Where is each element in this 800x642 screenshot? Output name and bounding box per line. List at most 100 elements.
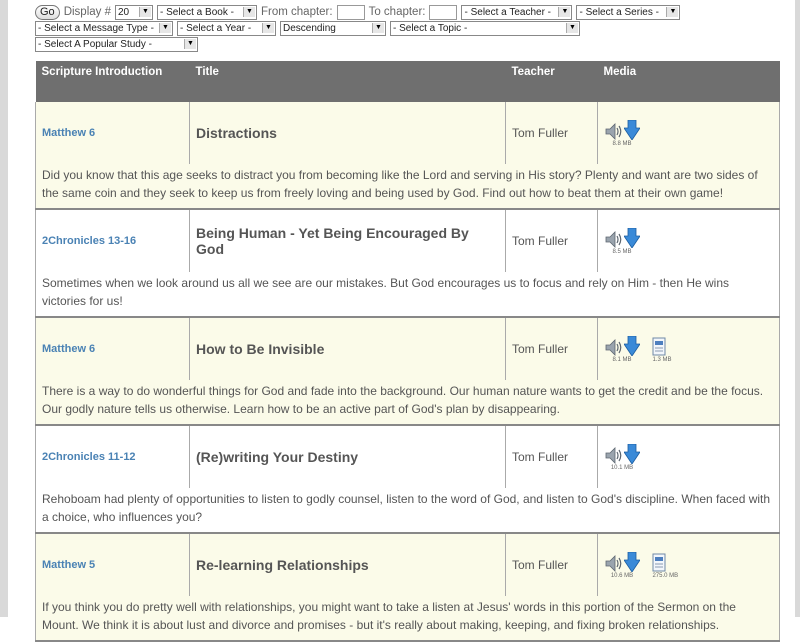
sermon-title[interactable]: How to Be Invisible xyxy=(196,341,324,357)
audio-size: 8.5 MB xyxy=(612,249,632,255)
right-window-edge xyxy=(795,0,800,617)
order-select[interactable]: Descending ▼ xyxy=(280,20,386,36)
sermon-table: Scripture Introduction Title Teacher Med… xyxy=(35,61,780,642)
series-select[interactable]: - Select a Series - ▼ xyxy=(576,4,681,20)
year-select-value: - Select a Year - xyxy=(180,22,252,34)
left-window-edge xyxy=(0,0,8,617)
scripture-ref-link[interactable]: 2Chronicles 13-16 xyxy=(42,235,136,247)
sermon-row: Matthew 6 How to Be Invisible Tom Fuller… xyxy=(35,317,780,380)
table-header-row: Scripture Introduction Title Teacher Med… xyxy=(35,61,780,102)
display-count-value: 20 xyxy=(118,6,130,18)
description-row: Sometimes when we look around us all we … xyxy=(35,272,780,318)
document-size: 275.0 MB xyxy=(652,573,679,579)
speaker-icon xyxy=(605,339,622,356)
sermon-description: If you think you do pretty well with rel… xyxy=(42,600,736,632)
download-arrow-icon xyxy=(624,336,640,356)
filter-row-1: Go Display # 20 ▼ - Select a Book - ▼ From… xyxy=(35,4,780,20)
topic-select[interactable]: - Select a Topic - ▼ xyxy=(390,20,580,36)
go-button[interactable]: Go xyxy=(35,4,60,20)
media-cell: 8.5 MB xyxy=(597,209,780,272)
order-select-value: Descending xyxy=(283,22,336,34)
chevron-down-icon: ▼ xyxy=(558,6,571,17)
audio-size: 8.1 MB xyxy=(612,357,632,363)
speaker-icon xyxy=(605,447,622,464)
teacher-select[interactable]: - Select a Teacher - ▼ xyxy=(461,4,573,20)
sermon-row: 2Chronicles 13-16 Being Human - Yet Bein… xyxy=(35,209,780,272)
popular-study-select-value: - Select A Popular Study - xyxy=(38,38,152,50)
header-scripture: Scripture Introduction xyxy=(35,61,190,102)
sermon-row: Matthew 5 Re-learning Relationships Tom … xyxy=(35,533,780,596)
scripture-ref-link[interactable]: Matthew 6 xyxy=(42,127,95,139)
media-cell: 10.6 MB 275.0 MB xyxy=(597,533,780,596)
audio-download[interactable]: 8.8 MB xyxy=(604,118,640,148)
audio-size: 10.6 MB xyxy=(610,573,634,579)
document-icon xyxy=(652,337,666,356)
sermon-title[interactable]: Distractions xyxy=(196,125,277,141)
from-chapter-input[interactable] xyxy=(336,4,365,20)
download-arrow-icon xyxy=(624,120,640,140)
chevron-down-icon: ▼ xyxy=(184,38,196,49)
sermon-description: There is a way to do wonderful things fo… xyxy=(42,384,764,416)
audio-download[interactable]: 10.1 MB xyxy=(604,442,640,472)
chevron-down-icon: ▼ xyxy=(159,22,171,33)
sermon-description: Rehoboam had plenty of opportunities to … xyxy=(42,492,771,524)
scripture-ref-link[interactable]: Matthew 5 xyxy=(42,559,95,571)
chevron-down-icon: ▼ xyxy=(372,22,384,33)
audio-size: 8.8 MB xyxy=(612,141,632,147)
sermon-description: Did you know that this age seeks to dist… xyxy=(42,168,758,200)
teacher-name: Tom Fuller xyxy=(512,558,569,572)
document-download[interactable]: 1.3 MB xyxy=(652,334,671,364)
download-arrow-icon xyxy=(624,444,640,464)
description-row: There is a way to do wonderful things fo… xyxy=(35,380,780,426)
description-row: If you think you do pretty well with rel… xyxy=(35,596,780,642)
audio-size: 10.1 MB xyxy=(610,465,634,471)
filter-bar: Go Display # 20 ▼ - Select a Book - ▼ From… xyxy=(35,4,780,52)
download-arrow-icon xyxy=(624,552,640,572)
header-teacher: Teacher xyxy=(505,61,598,102)
audio-download[interactable]: 8.1 MB xyxy=(604,334,640,364)
filter-row-3: - Select A Popular Study - ▼ xyxy=(35,36,780,52)
media-cell: 8.8 MB xyxy=(597,102,780,164)
teacher-name: Tom Fuller xyxy=(512,234,569,248)
chevron-down-icon: ▼ xyxy=(666,6,679,17)
speaker-icon xyxy=(605,123,622,140)
sermon-title[interactable]: (Re)writing Your Destiny xyxy=(196,449,358,465)
document-icon xyxy=(652,553,666,572)
chevron-down-icon: ▼ xyxy=(566,22,578,33)
sermon-row: 2Chronicles 11-12 (Re)writing Your Desti… xyxy=(35,425,780,488)
topic-select-value: - Select a Topic - xyxy=(393,22,468,34)
book-select-value: - Select a Book - xyxy=(160,6,234,18)
chevron-down-icon: ▼ xyxy=(262,22,274,33)
to-chapter-input[interactable] xyxy=(429,4,458,20)
speaker-icon xyxy=(605,555,622,572)
message-type-select[interactable]: - Select a Message Type - ▼ xyxy=(35,20,173,36)
from-chapter-label: From chapter: xyxy=(261,6,333,18)
filter-row-2: - Select a Message Type - ▼ - Select a Ye… xyxy=(35,20,780,36)
teacher-name: Tom Fuller xyxy=(512,126,569,140)
scripture-ref-link[interactable]: 2Chronicles 11-12 xyxy=(42,451,136,463)
to-chapter-label: To chapter: xyxy=(368,6,426,18)
audio-download[interactable]: 8.5 MB xyxy=(604,226,640,256)
audio-download[interactable]: 10.6 MB xyxy=(604,550,640,580)
header-title: Title xyxy=(189,61,506,102)
display-count-select[interactable]: 20 ▼ xyxy=(115,4,153,20)
scripture-ref-link[interactable]: Matthew 6 xyxy=(42,343,95,355)
description-row: Did you know that this age seeks to dist… xyxy=(35,164,780,210)
sermon-title[interactable]: Re-learning Relationships xyxy=(196,557,369,573)
sermon-title[interactable]: Being Human - Yet Being Encouraged By Go… xyxy=(196,225,469,257)
chevron-down-icon: ▼ xyxy=(243,6,255,17)
year-select[interactable]: - Select a Year - ▼ xyxy=(177,20,276,36)
popular-study-select[interactable]: - Select A Popular Study - ▼ xyxy=(35,36,198,52)
header-media: Media xyxy=(597,61,780,102)
book-select[interactable]: - Select a Book - ▼ xyxy=(157,4,257,20)
media-cell: 10.1 MB xyxy=(597,425,780,488)
display-label: Display # xyxy=(63,6,111,18)
teacher-select-value: - Select a Teacher - xyxy=(464,6,552,18)
speaker-icon xyxy=(605,231,622,248)
document-size: 1.3 MB xyxy=(652,357,672,363)
series-select-value: - Select a Series - xyxy=(579,6,659,18)
message-type-select-value: - Select a Message Type - xyxy=(38,22,154,34)
sermon-row: Matthew 6 Distractions Tom Fuller 8.8 MB xyxy=(35,102,780,164)
teacher-name: Tom Fuller xyxy=(512,450,569,464)
document-download[interactable]: 275.0 MB xyxy=(652,550,678,580)
